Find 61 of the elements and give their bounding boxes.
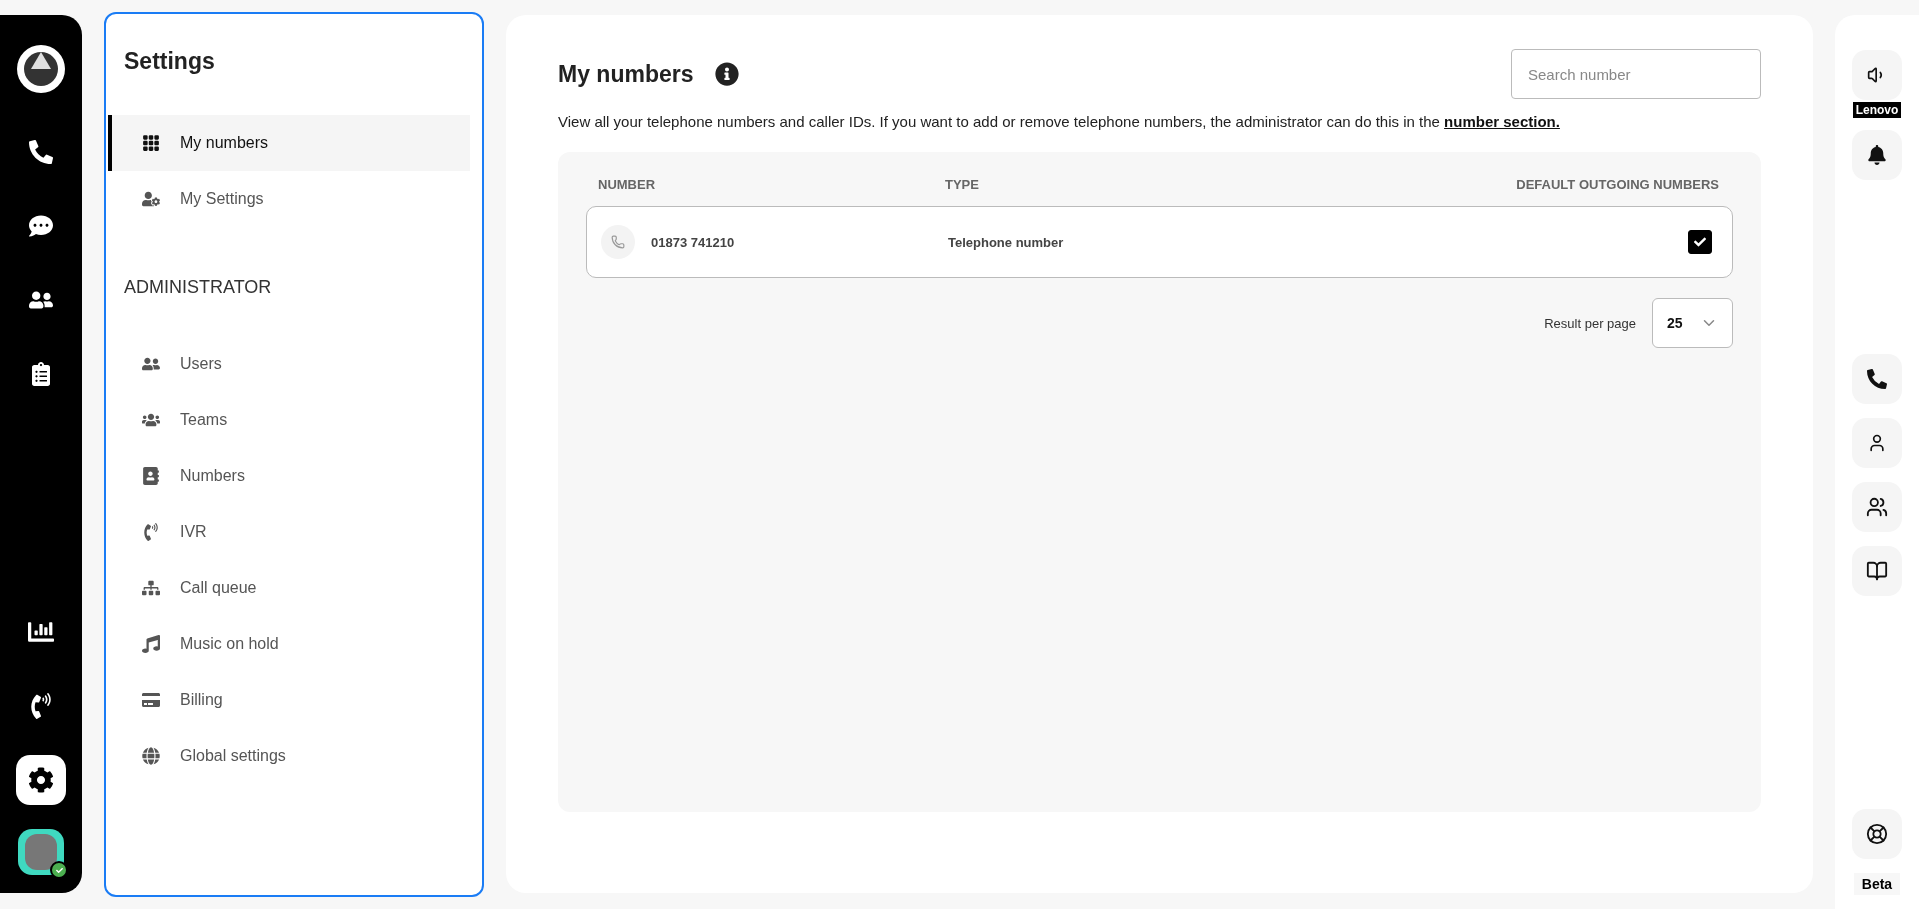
phone-icon [28, 693, 54, 719]
phone-button[interactable] [1852, 354, 1902, 404]
table-cell: 01873 741210 [651, 234, 735, 250]
bell-button[interactable] [1852, 130, 1902, 180]
phone-icon [1867, 369, 1887, 389]
team-icon [142, 411, 160, 429]
users-icon [1866, 496, 1888, 518]
phone-icon [142, 523, 160, 541]
users-icon [142, 355, 160, 373]
user-gear-icon [142, 190, 160, 208]
avatar[interactable] [18, 829, 64, 875]
settings-title: Settings [123, 48, 216, 75]
book-button[interactable] [1852, 546, 1902, 596]
lifebuoy-icon [1866, 823, 1888, 845]
info-icon[interactable] [715, 62, 740, 86]
number-row[interactable]: 01873 741210 Telephone number [586, 206, 1733, 278]
user-icon [1867, 433, 1887, 453]
column-header: TYPE [945, 176, 980, 192]
hierarchy-icon [142, 579, 160, 597]
settings-menu-item[interactable]: Music on hold [108, 616, 470, 672]
settings-menu-item[interactable]: Numbers [108, 448, 470, 504]
phone-icon [601, 225, 635, 259]
notepad-icon [29, 362, 53, 386]
number-section-link[interactable]: number section. [1444, 113, 1560, 130]
contact-book-icon [142, 467, 160, 485]
users-button[interactable] [1852, 482, 1902, 532]
chat-icon [29, 214, 53, 238]
grid-icon [142, 134, 160, 152]
settings-menu-item[interactable]: My Settings [108, 171, 470, 227]
user-button[interactable] [1852, 418, 1902, 468]
phone-icon [29, 140, 53, 164]
globe-icon [142, 747, 160, 765]
settings-menu-item[interactable]: Call queue [108, 560, 470, 616]
book-icon [1866, 560, 1888, 582]
table-cell-text: Telephone number [948, 234, 1065, 250]
settings-menu-item[interactable]: Billing [108, 672, 470, 728]
page-size-dropdown[interactable]: 25 [1652, 298, 1733, 348]
credit-card-icon [142, 691, 160, 709]
lifebuoy-button[interactable] [1852, 809, 1902, 859]
description-text: View all your telephone numbers and caller IDs. If you want to add or remove telephone numbers, the administrator can do this in the number section. [558, 113, 1561, 130]
settings-menu-item[interactable]: Users [108, 336, 470, 392]
column-header: DEFAULT OUTGOING NUMBERS [1516, 176, 1719, 192]
section-heading: ADMINISTRATOR [123, 277, 273, 298]
bell-icon [1867, 145, 1887, 165]
default-checkbox[interactable] [1688, 230, 1712, 254]
settings-menu-item[interactable]: Global settings [108, 728, 470, 784]
page-size-label: Result per page [1544, 315, 1636, 331]
settings-icon [28, 767, 54, 793]
chart-icon [28, 619, 54, 645]
settings-button[interactable] [16, 755, 66, 805]
speaker-button[interactable] [1852, 50, 1902, 100]
search-field[interactable]: Search number [1511, 49, 1761, 99]
device-label: Lenovo [1852, 102, 1902, 118]
page-title: My numbers [558, 60, 694, 88]
settings-menu-item[interactable]: Teams [108, 392, 470, 448]
column-header: NUMBER [598, 176, 657, 192]
check-icon [1694, 236, 1706, 248]
settings-menu-item[interactable]: IVR [108, 504, 470, 560]
beta-label: Beta [1853, 873, 1901, 895]
music-note-icon [142, 635, 160, 653]
settings-menu-item[interactable]: My numbers [108, 115, 470, 171]
